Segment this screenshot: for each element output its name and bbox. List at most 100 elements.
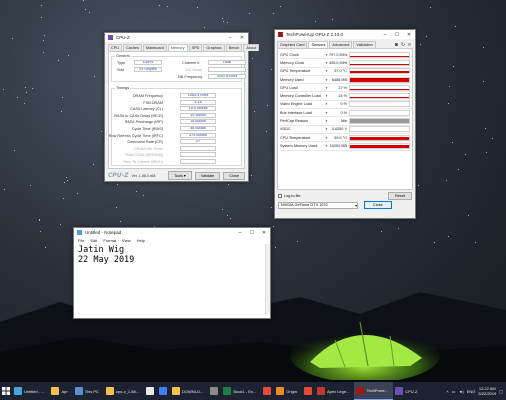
menu-help[interactable]: Help — [137, 238, 145, 243]
clock[interactable]: 12:22 AM 5/22/2019 — [478, 386, 496, 396]
sensor-graph-fill — [350, 119, 409, 124]
tools-button[interactable]: Tools ▾ — [167, 171, 192, 180]
sensor-value: 0 % — [340, 110, 347, 115]
taskbar-item[interactable] — [208, 382, 221, 400]
tab-graphics-card[interactable]: Graphics Card — [277, 41, 308, 48]
close-window-button[interactable]: ✕ — [258, 228, 270, 237]
close-window-button[interactable]: ✕ — [403, 30, 415, 39]
taskbar-item[interactable] — [302, 382, 315, 400]
volume-icon[interactable]: ◄) — [458, 389, 463, 394]
star — [486, 152, 487, 153]
taskbar-item[interactable]: Apex Lege... — [315, 382, 354, 400]
star — [468, 215, 469, 216]
timing-label: DRAM Frequency — [132, 94, 163, 98]
gpu-select[interactable]: NVIDIA GeForce GTX 1070 ▾ — [278, 201, 358, 209]
gpuz-window: TechPowerUp GPU-Z 2.10.0 – ☐ ✕ Graphics … — [274, 29, 416, 219]
sensor-graph — [349, 84, 410, 91]
close-window-button[interactable]: ✕ — [236, 33, 248, 42]
star — [197, 7, 198, 8]
maximize-button[interactable]: ☐ — [391, 30, 403, 39]
taskbar-item[interactable] — [144, 382, 157, 400]
notepad-titlebar[interactable]: Untitled - Notepad – ☐ ✕ — [74, 228, 270, 237]
star — [60, 224, 61, 225]
tab-advanced[interactable]: Advanced — [329, 41, 353, 48]
notepad-menubar: File Edit Format View Help — [74, 237, 270, 244]
taskbar-item-label: CPU-Z — [405, 388, 418, 394]
tab-graphics[interactable]: Graphics — [203, 44, 225, 51]
sensor-row: Video Engine Load ▾ 0 % — [280, 101, 410, 110]
taskbar-item[interactable]: DOWNLO... — [170, 382, 208, 400]
log-to-file-row[interactable]: Log to file Reset — [278, 191, 412, 200]
menu-icon[interactable]: ≡ — [408, 42, 411, 48]
minimize-button[interactable]: – — [234, 228, 246, 237]
validate-button[interactable]: Validate — [194, 171, 221, 180]
taskbar-item[interactable]: CPU-Z — [393, 382, 422, 400]
tab-mainboard[interactable]: Mainboard — [142, 44, 167, 51]
network-icon[interactable]: ▭ — [452, 389, 456, 394]
language-indicator[interactable]: ENG — [467, 389, 476, 394]
chevron-up-icon[interactable]: ˄ — [446, 389, 448, 394]
notification-icon[interactable]: ▢ — [499, 389, 503, 394]
tab-sensors[interactable]: Sensors — [308, 41, 329, 48]
star — [17, 97, 18, 98]
menu-edit[interactable]: Edit — [90, 238, 97, 243]
timing-value: 1064.4 MHz — [180, 93, 216, 98]
tab-cpu[interactable]: CPU — [108, 44, 123, 51]
timing-value: 374 clocks — [180, 132, 216, 138]
camera-icon[interactable]: ◙ — [395, 42, 398, 48]
gpuz-titlebar[interactable]: TechPowerUp GPU-Z 2.10.0 – ☐ ✕ — [275, 30, 415, 39]
tab-memory[interactable]: Memory — [167, 44, 188, 51]
gpu-select-row: NVIDIA GeForce GTX 1070 ▾ Close — [278, 201, 412, 209]
refresh-icon[interactable]: ↻ — [401, 42, 405, 48]
sensor-name: Memory Controller Load — [280, 94, 321, 99]
taskbar: Untitled - ... Apr This PC cpu-z_1.88... DOW… — [0, 382, 506, 400]
taskbar-item[interactable]: Untitled - ... — [12, 382, 49, 400]
taskbar-item[interactable]: Book1 - Ex... — [221, 382, 261, 400]
taskbar-item[interactable]: This PC — [73, 382, 104, 400]
menu-file[interactable]: File — [78, 238, 84, 243]
app-icon — [14, 387, 22, 395]
gpuz-close-button[interactable]: Close — [364, 201, 392, 209]
timing-value: 15.0 clocks — [180, 106, 216, 112]
menu-view[interactable]: View — [122, 238, 131, 243]
maximize-button[interactable]: ☐ — [246, 228, 258, 237]
tab-bench[interactable]: Bench — [225, 44, 243, 51]
minimize-button[interactable]: – — [224, 33, 236, 42]
cpuz-window: CPU-Z – ✕ CPU Caches Mainboard Memory SP… — [104, 32, 260, 182]
cpuz-titlebar[interactable]: CPU-Z – ✕ — [105, 33, 248, 42]
minimize-button[interactable]: – — [379, 30, 391, 39]
sensor-graph-fill — [350, 145, 409, 148]
tab-validation[interactable]: Validation — [353, 41, 376, 48]
taskbar-item[interactable] — [261, 382, 274, 400]
sensor-graph — [349, 142, 410, 149]
taskbar-item[interactable] — [157, 382, 170, 400]
tab-spd[interactable]: SPD — [188, 44, 203, 51]
timings-group: Timings DRAM Frequency 1064.4 MHz FSB:DRAM… — [109, 86, 242, 166]
star — [267, 105, 268, 106]
tab-caches[interactable]: Caches — [123, 44, 142, 51]
star — [465, 154, 466, 155]
taskbar-item[interactable]: Apr — [49, 382, 72, 400]
cpuz-tabs: CPU Caches Mainboard Memory SPD Graphics… — [105, 42, 260, 51]
taskbar-item[interactable]: Origin — [274, 382, 302, 400]
glowing-tent — [290, 321, 440, 380]
tab-about[interactable]: About — [243, 44, 260, 51]
star — [273, 13, 274, 14]
menu-format[interactable]: Format — [103, 238, 116, 243]
timing-label: RAS# to CAS# Delay (tRCD) — [114, 113, 163, 118]
taskbar-item-label: TechPowe... — [366, 388, 389, 393]
reset-button[interactable]: Reset — [388, 191, 412, 200]
star — [266, 131, 267, 132]
start-button[interactable] — [0, 382, 12, 400]
taskbar-item[interactable]: cpu-z_1.88... — [104, 382, 144, 400]
cpuz-close-button[interactable]: Close — [223, 171, 245, 180]
notepad-text-area[interactable]: Jatin Wig 22 May 2019 — [74, 244, 270, 314]
star — [25, 87, 26, 88]
sensor-graph-fill — [350, 70, 409, 74]
star — [101, 131, 102, 132]
type-value: DDR4 — [134, 60, 162, 65]
taskbar-item[interactable]: TechPowe... — [354, 382, 394, 400]
star — [41, 17, 42, 18]
vertical-scrollbar[interactable] — [265, 244, 270, 314]
log-to-file-checkbox[interactable] — [278, 193, 282, 198]
